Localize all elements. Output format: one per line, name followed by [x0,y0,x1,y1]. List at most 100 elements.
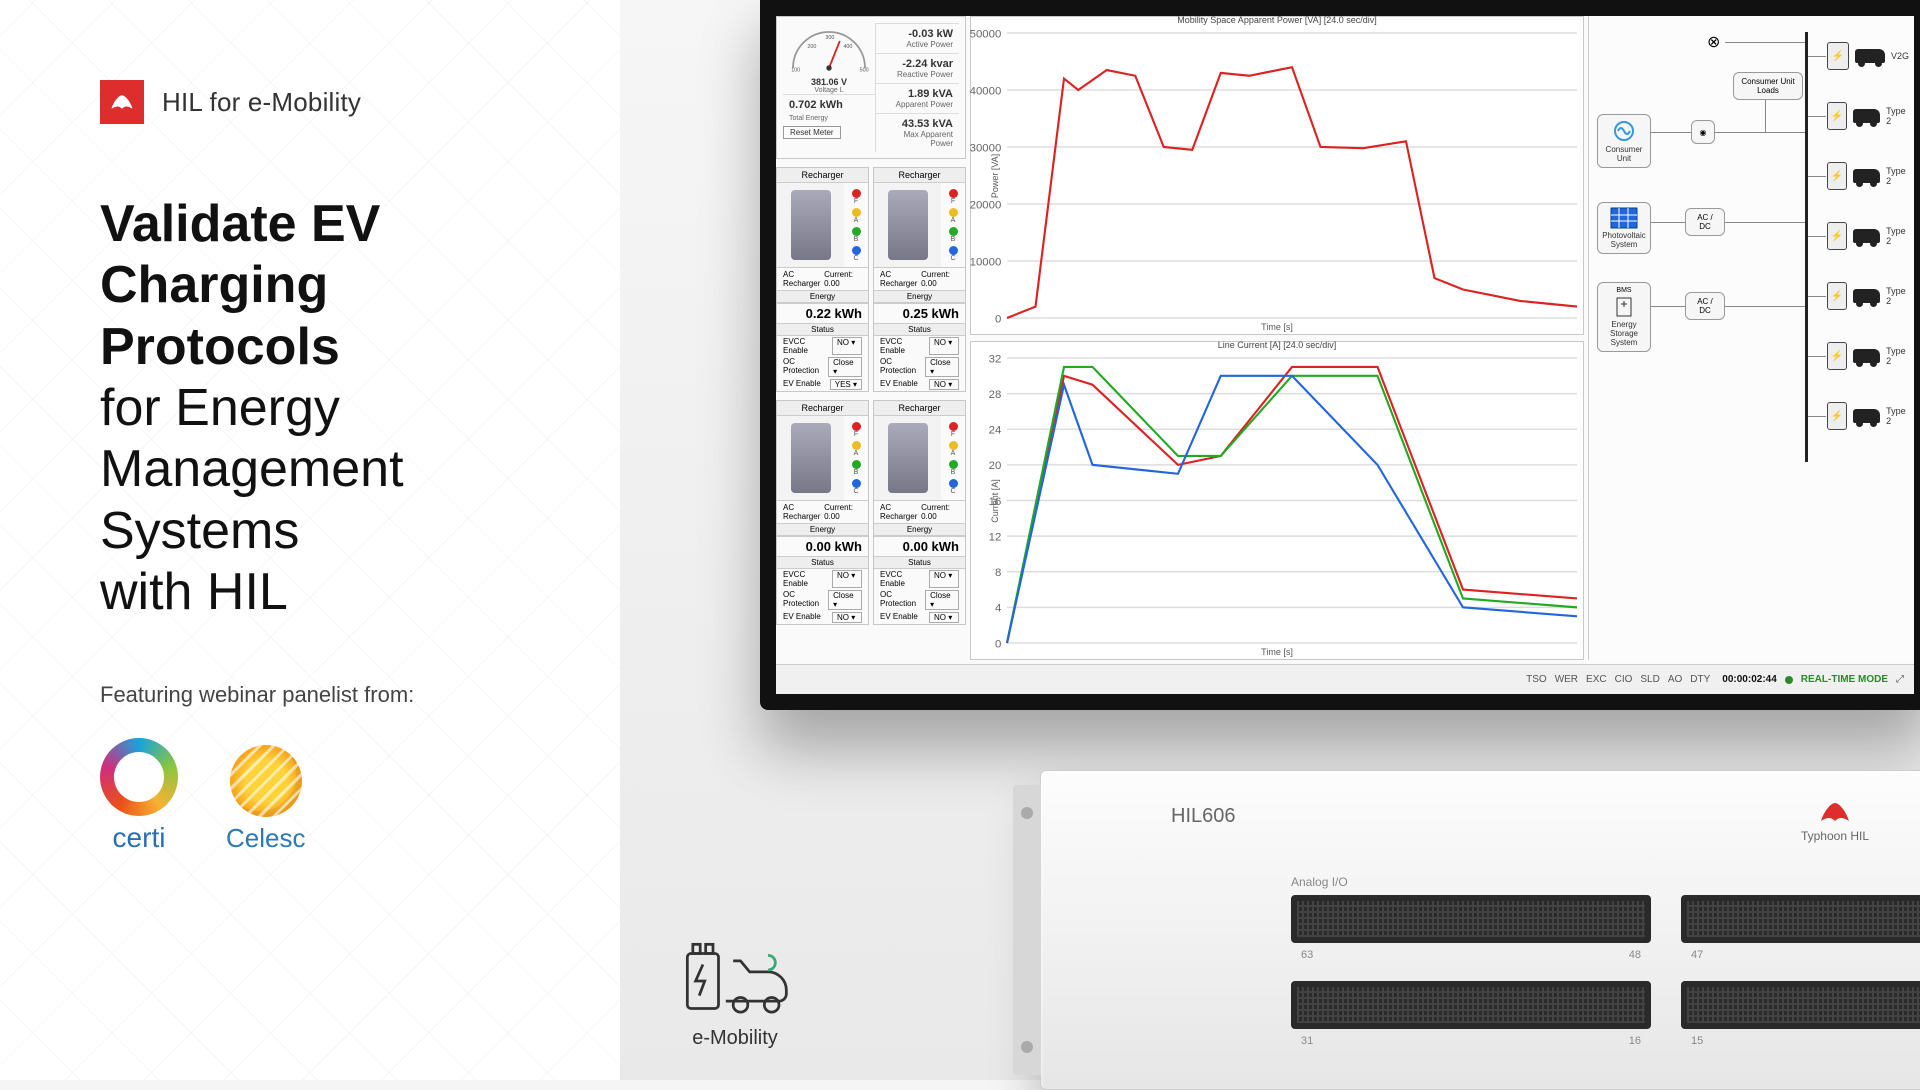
svg-text:300: 300 [825,35,834,41]
apparent-power-chart: Mobility Space Apparent Power [VA] [24.0… [970,16,1584,335]
ev-row: ⚡ Type 2 [1827,342,1911,370]
car-icon [1853,109,1880,123]
ev-enable-select[interactable]: NO ▾ [832,612,862,623]
acdc-block: AC / DC [1685,208,1725,236]
charger-icon: ⚡ [1827,342,1847,370]
app-screen: 100200300400500 381.06 V Voltage L 0.702… [776,16,1914,694]
certi-ring-icon [100,738,178,816]
charging-plug-icon [874,416,941,500]
typhoonhil-logo-icon [100,80,144,124]
brand-row: HIL for e-Mobility [100,80,520,124]
svg-text:8: 8 [995,567,1001,579]
oc-protection-select[interactable]: Close ▾ [925,357,959,377]
ev-row: ⚡ Type 2 [1827,282,1911,310]
ev-enable-select[interactable]: NO ▾ [929,379,959,390]
svg-text:24: 24 [989,425,1002,437]
status-chip: TSO [1522,674,1551,685]
svg-text:20000: 20000 [970,199,1002,211]
pv-block: Photovoltaic System [1597,202,1651,254]
svg-text:0: 0 [995,313,1001,325]
expand-icon[interactable]: ⤢ [1896,674,1904,685]
charging-plug-icon [777,416,844,500]
consumer-unit-block: Consumer Unit [1597,114,1651,168]
evcc-enable-select[interactable]: NO ▾ [832,337,862,355]
evcc-enable-select[interactable]: NO ▾ [929,570,959,588]
realtime-mode-label: REAL-TIME MODE [1801,674,1888,685]
svg-text:0: 0 [995,638,1001,650]
hw-brand-logo: Typhoon HIL [1801,797,1869,843]
acdc-block: AC / DC [1685,292,1725,320]
charger-icon: ⚡ [1827,222,1847,250]
charger-icon: ⚡ [1827,282,1847,310]
status-chip: SLD [1636,674,1663,685]
panelist-label: Featuring webinar panelist from: [100,682,520,708]
charger-icon: ⚡ [1827,162,1847,190]
evcc-enable-select[interactable]: NO ▾ [832,570,862,588]
monitor: 100200300400500 381.06 V Voltage L 0.702… [760,0,1920,710]
voltage-dial: 100200300400500 [783,23,875,77]
charging-plug-icon [874,183,941,267]
car-icon [1855,49,1885,63]
screen-charts-column: Mobility Space Apparent Power [VA] [24.0… [970,16,1584,660]
status-chip: CIO [1611,674,1637,685]
analog-io-port: 4732 [1681,895,1920,943]
line-current-chart: Line Current [A] [24.0 sec/div] Current … [970,341,1584,660]
evcc-enable-select[interactable]: NO ▾ [929,337,959,355]
charger-icon: ⚡ [1827,402,1847,430]
ev-enable-select[interactable]: YES ▾ [830,379,862,390]
svg-text:32: 32 [989,353,1002,365]
app-status-bar: TSOWEREXCCIOSLDAODTY 00:00:02:44 REAL-TI… [776,664,1914,694]
hil-hardware-unit: HIL606 Typhoon HIL Analog I/O 6348473231… [1040,770,1920,1090]
car-icon [1853,409,1880,423]
oc-protection-select[interactable]: Close ▾ [828,357,862,377]
svg-text:20: 20 [989,460,1002,472]
status-chip: WER [1551,674,1582,685]
svg-text:10000: 10000 [970,256,1002,268]
analog-io-port: 6348 [1291,895,1651,943]
charger-icon: ⚡ [1827,102,1847,130]
car-icon [1853,289,1880,303]
elapsed-time: 00:00:02:44 [1722,674,1776,685]
realtime-indicator-icon [1785,676,1793,684]
celesc-sun-icon [230,745,302,817]
svg-text:16: 16 [989,496,1002,508]
oc-protection-select[interactable]: Close ▾ [925,590,959,610]
ev-row: ⚡ Type 2 [1827,102,1911,130]
ev-enable-select[interactable]: NO ▾ [929,612,959,623]
recharger-panel: Recharger F A B C AC RechargerCurrent: 0… [873,167,966,392]
left-marketing-panel: HIL for e-Mobility Validate EV Charging … [0,0,620,1080]
ev-charging-icon [680,937,790,1023]
marketing-headline: Validate EV Charging Protocols for Energ… [100,194,520,624]
car-icon [1853,169,1880,183]
svg-text:40000: 40000 [970,85,1002,97]
meter-icon: ◉ [1691,120,1715,144]
reset-meter-button[interactable]: Reset Meter [783,126,841,139]
celesc-logo: Celesc [226,745,305,854]
charging-plug-icon [777,183,844,267]
product-line-label: HIL for e-Mobility [162,87,361,118]
transformer-icon: ⊗ [1707,32,1720,52]
svg-text:28: 28 [989,389,1002,401]
analog-io-port: 3116 [1291,981,1651,1029]
car-icon [1853,229,1880,243]
svg-text:500: 500 [860,68,869,74]
power-meter-panel: 100200300400500 381.06 V Voltage L 0.702… [776,16,966,159]
analog-io-port: 150 [1681,981,1920,1029]
charger-icon: ⚡ [1827,42,1849,70]
system-diagram-panel: ⊗ Consumer Unit ◉ Consumer Unit Loads Phot… [1588,16,1914,660]
ev-row: ⚡ Type 2 [1827,402,1911,430]
svg-text:400: 400 [843,44,852,50]
svg-text:4: 4 [995,603,1001,615]
ess-block: BMS Energy Storage System [1597,282,1651,352]
consumer-loads-block: Consumer Unit Loads [1733,72,1803,100]
ev-row: ⚡ Type 2 [1827,222,1911,250]
ev-row: ⚡ Type 2 [1827,162,1911,190]
status-chip: DTY [1686,674,1714,685]
status-chip: AO [1664,674,1686,685]
oc-protection-select[interactable]: Close ▾ [828,590,862,610]
product-scene: e-Mobility 100200300400500 [620,0,1920,1080]
svg-text:100: 100 [791,68,800,74]
partner-logos-row: certi Celesc [100,738,520,854]
recharger-panel: Recharger F A B C AC RechargerCurrent: 0… [776,167,869,392]
status-chip: EXC [1582,674,1611,685]
